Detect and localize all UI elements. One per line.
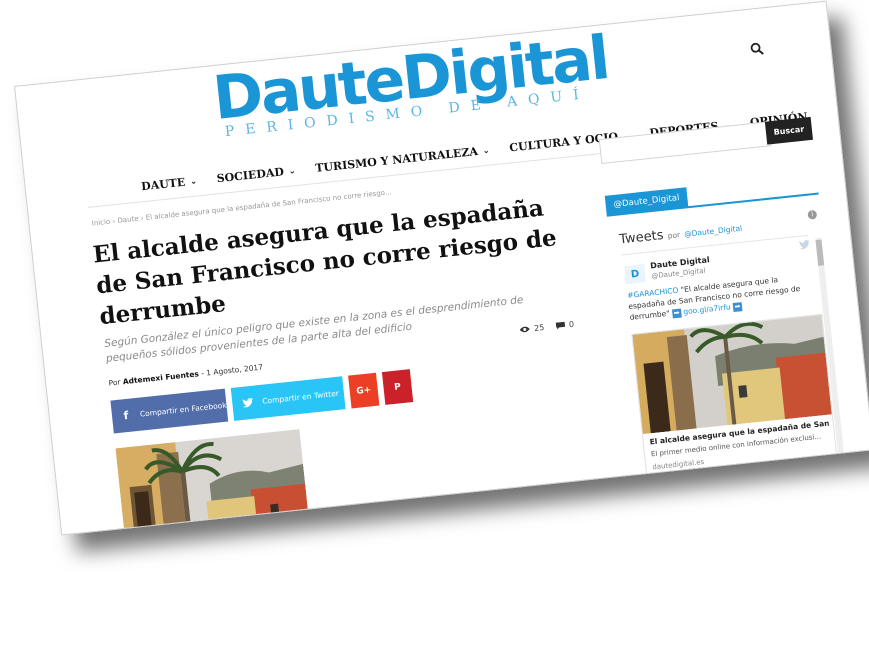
arrow-right-icon: ➡ xyxy=(671,308,682,318)
share-googleplus-button[interactable]: G+ xyxy=(348,372,380,409)
breadcrumb-home[interactable]: Inicio xyxy=(91,218,110,228)
search-icon[interactable] xyxy=(750,41,765,56)
tweet-card-domain: dautedigital.es xyxy=(651,457,705,472)
author-link[interactable]: Adtemexi Fuentes xyxy=(122,369,199,386)
avatar[interactable]: D xyxy=(624,264,646,285)
arrow-right-icon: ➡ xyxy=(732,301,743,312)
pinterest-icon: P xyxy=(393,381,402,393)
publish-date: 1 Agosto, 2017 xyxy=(205,362,264,378)
chevron-down-icon: ⌄ xyxy=(189,175,198,187)
breadcrumb-separator: › xyxy=(112,217,116,226)
share-facebook-button[interactable]: f Compartir en Facebook xyxy=(110,388,229,434)
twitter-handle-link[interactable]: @Daute_Digital xyxy=(684,224,743,239)
twitter-icon xyxy=(232,397,263,409)
info-icon[interactable]: i xyxy=(807,209,818,220)
twitter-bird-icon[interactable] xyxy=(798,239,810,253)
twitter-widget-by: por xyxy=(667,230,681,241)
byline: Por Adtemexi Fuentes - 1 Agosto, 2017 xyxy=(108,363,263,388)
view-count: 25 xyxy=(519,323,545,335)
comment-count-value: 0 xyxy=(568,319,575,330)
facebook-icon: f xyxy=(122,408,130,423)
tweet-body: "El alcalde asegura que la espadaña de S… xyxy=(627,275,801,322)
share-facebook-label: Compartir en Facebook xyxy=(139,400,227,419)
scrollbar-thumb[interactable] xyxy=(815,239,825,266)
breadcrumb-section[interactable]: Daute xyxy=(117,215,139,225)
webpage: DauteDigital PERIODISMO DE AQUÍ DAUTE ⌄ … xyxy=(14,0,869,536)
church-photo xyxy=(632,314,832,435)
twitter-timeline-widget: Tweets por @Daute_Digital i D Daute Digi… xyxy=(607,203,850,495)
breadcrumb-separator: › xyxy=(140,214,144,223)
tweet-card-image xyxy=(632,314,832,435)
search-button[interactable]: Buscar xyxy=(764,116,813,145)
googleplus-icon: G+ xyxy=(355,384,372,397)
screenshot-stage: DauteDigital PERIODISMO DE AQUÍ DAUTE ⌄ … xyxy=(0,0,869,645)
nav-label: SOCIEDAD xyxy=(216,164,285,185)
chevron-down-icon: ⌄ xyxy=(482,144,490,156)
nav-label: TURISMO Y NATURALEZA xyxy=(314,144,479,175)
article-image[interactable] xyxy=(115,429,313,536)
share-twitter-button[interactable]: Compartir en Twitter xyxy=(230,376,346,421)
nav-label: DAUTE xyxy=(140,175,186,193)
tweet-link-card[interactable]: El alcalde asegura que la espadaña de Sa… xyxy=(631,313,839,490)
eye-icon xyxy=(519,326,530,333)
chevron-down-icon: ⌄ xyxy=(288,165,296,176)
twitter-widget-title: Tweets xyxy=(618,227,665,248)
view-count-value: 25 xyxy=(533,322,545,333)
church-photo xyxy=(115,429,313,536)
byline-prefix: Por xyxy=(108,377,121,388)
share-pinterest-button[interactable]: P xyxy=(381,369,414,405)
nav-item-turismo[interactable]: TURISMO Y NATURALEZA ⌄ xyxy=(315,143,491,174)
nav-item-sociedad[interactable]: SOCIEDAD ⌄ xyxy=(216,164,296,185)
nav-item-daute[interactable]: DAUTE ⌄ xyxy=(140,174,197,193)
byline-separator: - xyxy=(200,368,205,378)
comment-count[interactable]: 0 xyxy=(555,319,575,331)
share-twitter-label: Compartir en Twitter xyxy=(261,388,340,406)
comment-icon xyxy=(555,321,566,330)
